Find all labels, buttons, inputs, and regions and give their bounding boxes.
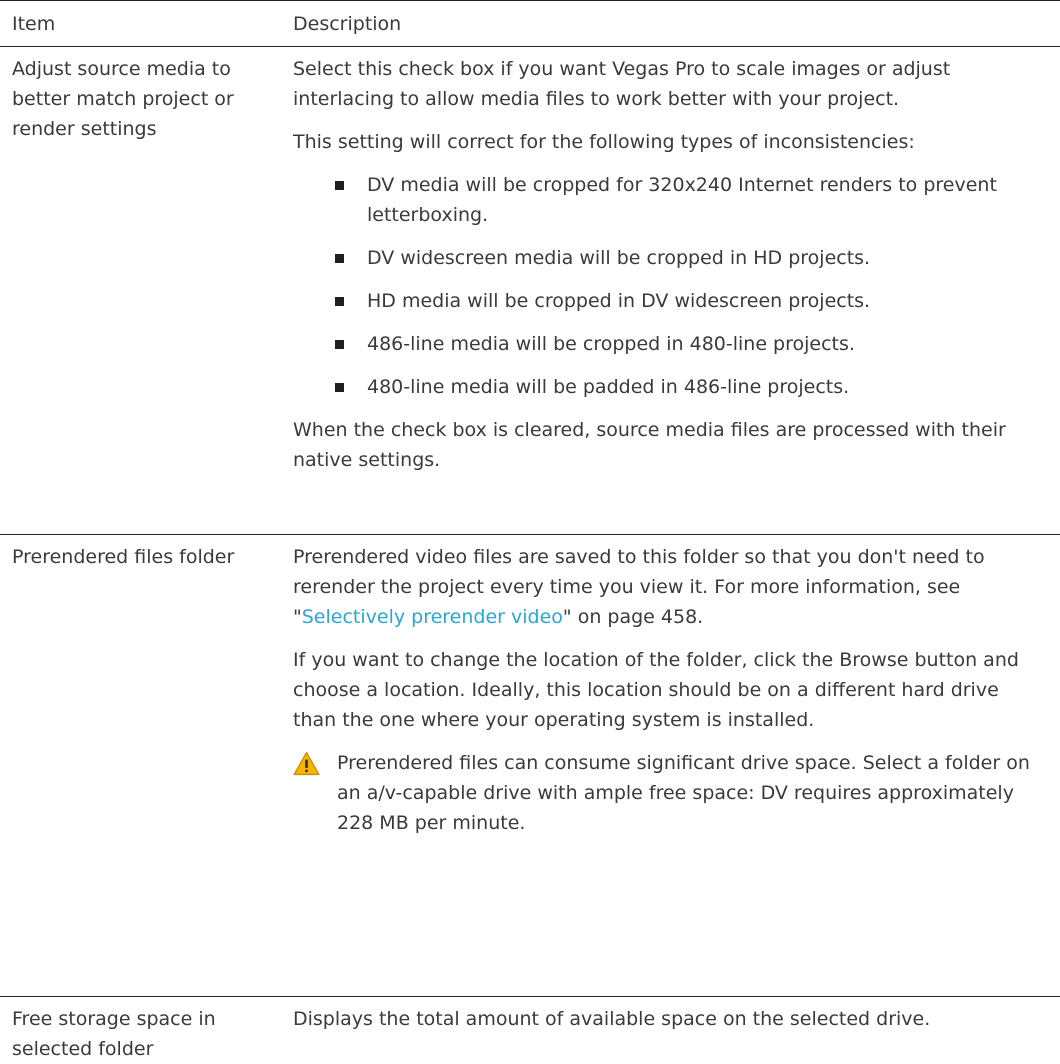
row-description: Displays the total amount of available s… (293, 1008, 931, 1030)
row-item-label: Free storage space in selected folder (12, 1008, 216, 1060)
row-item-label: Adjust source media to better match proj… (12, 58, 234, 140)
table-header-row: Item Description (0, 0, 1060, 47)
selectively-prerender-link[interactable]: Selectively prerender video (302, 606, 563, 628)
settings-table: Item Description Adjust source media to … (0, 0, 1060, 1063)
list-item-text: 480-line media will be padded in 486-lin… (367, 376, 850, 398)
list-item: 486-line media will be cropped in 480-li… (335, 329, 1042, 359)
table-row: Prerendered files folder Prerendered vid… (0, 535, 1060, 997)
description-paragraph: This setting will correct for the follow… (293, 131, 915, 153)
list-item-text: DV media will be cropped for 320x240 Int… (367, 174, 997, 226)
bullet-icon (335, 181, 344, 190)
bullet-icon (335, 254, 344, 263)
paragraph-text: " on page 458. (562, 606, 704, 628)
row-description: Prerendered video files are saved to thi… (293, 535, 1060, 996)
header-item: Item (12, 12, 56, 35)
description-paragraph: If you want to change the location of th… (293, 649, 1019, 731)
list-item-text: HD media will be cropped in DV widescree… (367, 290, 871, 312)
table-row: Adjust source media to better match proj… (0, 47, 1060, 535)
bullet-list: DV media will be cropped for 320x240 Int… (293, 170, 1042, 402)
list-item: 480-line media will be padded in 486-lin… (335, 372, 1042, 402)
list-item: DV media will be cropped for 320x240 Int… (335, 170, 1042, 230)
description-paragraph: Select this check box if you want Vegas … (293, 58, 951, 110)
row-description: Select this check box if you want Vegas … (293, 47, 1060, 534)
warning-text: Prerendered files can consume significan… (337, 752, 1030, 834)
table-row: Free storage space in selected folder Di… (0, 997, 1060, 1063)
list-item-text: 486-line media will be cropped in 480-li… (367, 333, 855, 355)
bullet-icon (335, 383, 344, 392)
list-item-text: DV widescreen media will be cropped in H… (367, 247, 871, 269)
description-paragraph: Prerendered video files are saved to thi… (293, 542, 1042, 632)
description-paragraph: When the check box is cleared, source me… (293, 419, 1006, 471)
list-item: DV widescreen media will be cropped in H… (335, 243, 1042, 273)
bullet-icon (335, 297, 344, 306)
bullet-icon (335, 340, 344, 349)
header-description: Description (293, 12, 402, 35)
warning-icon (293, 748, 337, 838)
list-item: HD media will be cropped in DV widescree… (335, 286, 1042, 316)
warning-note: Prerendered files can consume significan… (293, 748, 1042, 838)
row-item-label: Prerendered files folder (12, 546, 235, 568)
